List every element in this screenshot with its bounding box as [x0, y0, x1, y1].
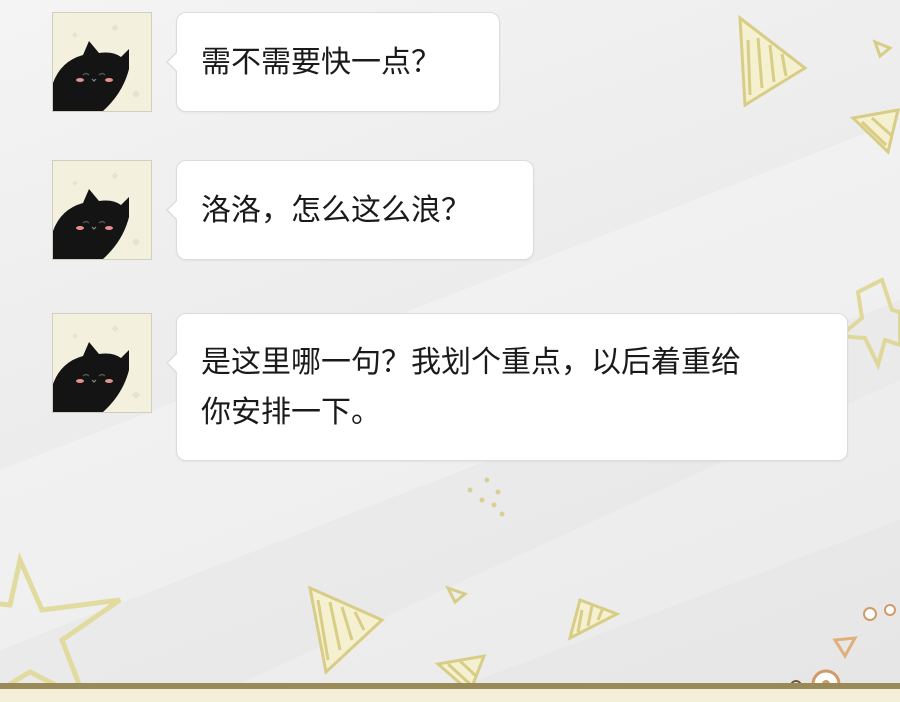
- message-bubble: 是这里哪一句？我划个重点，以后着重给 你安排一下。: [166, 313, 848, 461]
- message-text: 是这里哪一句？我划个重点，以后着重给: [201, 345, 741, 380]
- black-cat-icon: [53, 314, 151, 412]
- black-cat-avatar[interactable]: [52, 160, 152, 260]
- striped-triangle-icon: [738, 14, 808, 108]
- message-text: 你安排一下。: [201, 395, 381, 430]
- message-text: 需不需要快一点？: [201, 45, 441, 80]
- message-bubble: 需不需要快一点？: [166, 12, 500, 112]
- message-bubble: 洛洛，怎么这么浪？: [166, 160, 534, 260]
- message-text: 洛洛，怎么这么浪？: [201, 193, 471, 228]
- black-cat-avatar[interactable]: [52, 313, 152, 413]
- black-cat-icon: [53, 161, 151, 259]
- black-cat-icon: [53, 13, 151, 111]
- black-cat-avatar[interactable]: [52, 12, 152, 112]
